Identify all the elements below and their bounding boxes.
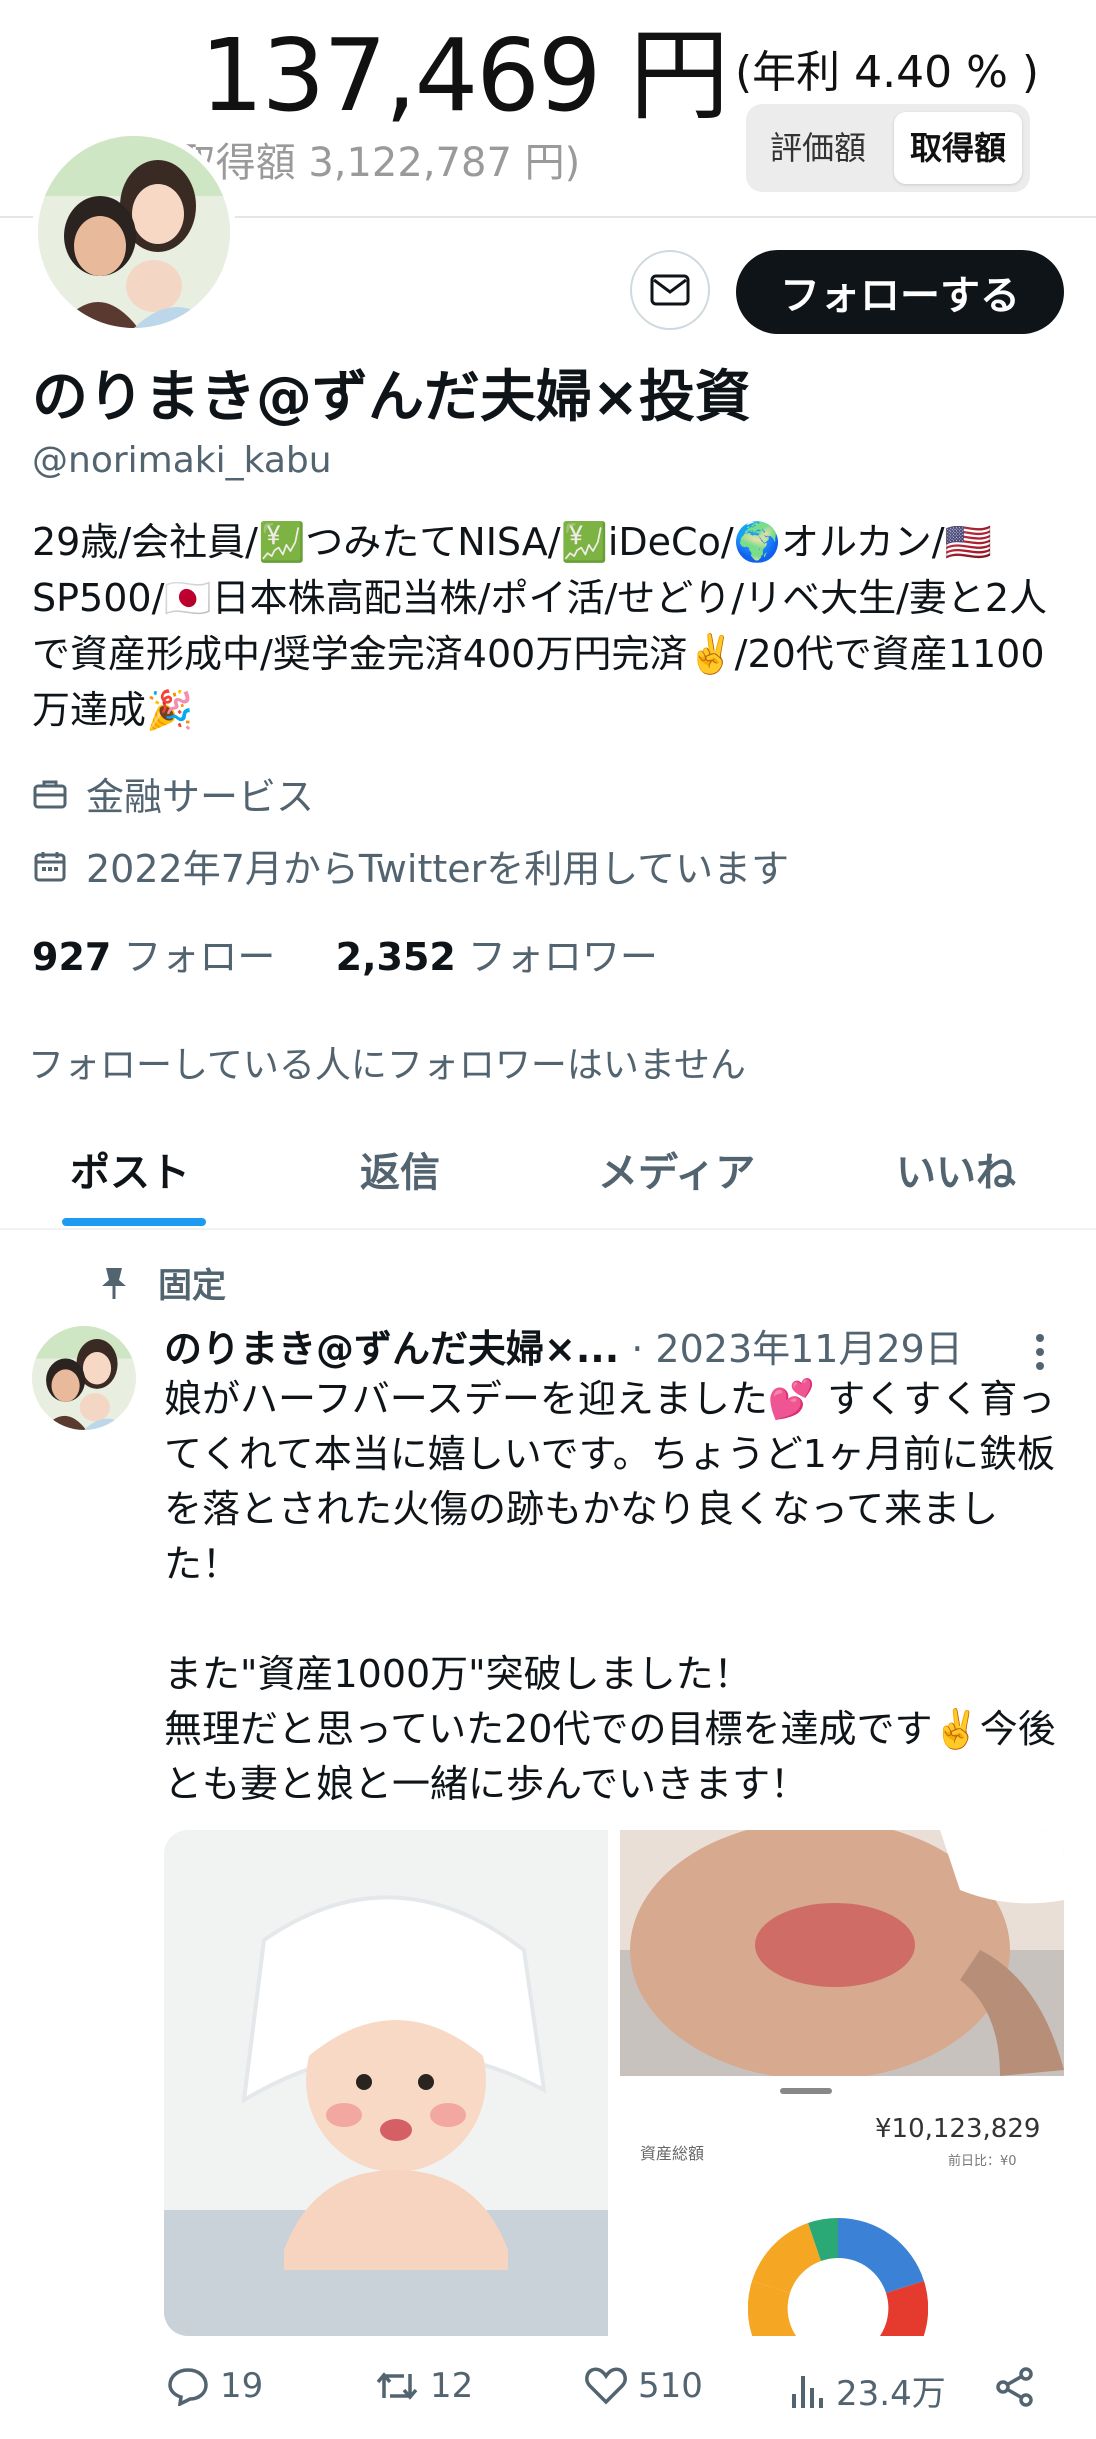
media-baby-photo[interactable] <box>164 1830 608 2336</box>
profile-avatar[interactable] <box>32 130 236 334</box>
like-count: 510 <box>638 2366 703 2406</box>
post-date[interactable]: · 2023年11月29日 <box>631 1327 963 1371</box>
tab-media[interactable]: メディア <box>598 1140 755 1198</box>
post-text: 娘がハーフバースデーを迎えました💕 すくすく育ってくれて本当に嬉しいです。ちょう… <box>164 1377 1056 1806</box>
active-tab-indicator <box>62 1218 206 1226</box>
following-link[interactable]: 927 フォロー <box>32 935 288 979</box>
media-asset-screenshot[interactable]: 資産総額 ¥10,123,829 前日比：¥0 <box>620 2088 1064 2336</box>
burn-image <box>620 1830 1064 2080</box>
post-header: のりまき@ずんだ夫婦×... · 2023年11月29日 <box>164 1318 963 1373</box>
following-count: 927 <box>32 935 112 979</box>
avatar-illustration <box>38 136 230 328</box>
pinned-label: 固定 <box>158 1266 226 1306</box>
tab-replies[interactable]: 返信 <box>360 1140 440 1198</box>
calendar-icon <box>34 851 66 881</box>
post-media-grid: 資産総額 ¥10,123,829 前日比：¥0 <box>164 1830 1064 2336</box>
media-burn-photo[interactable] <box>620 1830 1064 2080</box>
divider <box>0 1228 1096 1230</box>
profile-bio: 29歳/会社員/💹つみたてNISA/💹iDeCo/🌍オルカン/🇺🇸SP500/🇯… <box>32 520 1048 732</box>
grab-handle <box>780 2088 832 2094</box>
followers-label: フォロワー <box>467 935 658 979</box>
asset-total-label: 資産総額 <box>640 2144 705 2163</box>
category-label: 金融サービス <box>86 775 315 819</box>
avatar-illustration <box>32 1326 136 1430</box>
reply-count: 19 <box>220 2366 264 2406</box>
follow-button[interactable]: フォローする <box>736 250 1064 334</box>
mail-icon <box>650 274 690 306</box>
profile-name: のりまき@ずんだ夫婦×投資 <box>32 365 751 430</box>
views-button[interactable]: 23.4万 <box>790 2366 946 2415</box>
portfolio-rate: (年利 4.40 % ) <box>735 47 1040 98</box>
asset-total-value: ¥10,123,829 <box>875 2114 1041 2144</box>
value-toggle: 評価額 取得額 <box>746 104 1030 192</box>
tab-likes[interactable]: いいね <box>896 1140 1016 1198</box>
mutual-followers-note: フォローしている人にフォロワーはいません <box>28 1045 746 1086</box>
toggle-valuation[interactable]: 評価額 <box>754 112 882 184</box>
more-options-icon[interactable] <box>1032 1330 1048 1378</box>
following-label: フォロー <box>123 935 276 979</box>
repost-button[interactable]: 12 <box>374 2366 473 2406</box>
repost-icon <box>376 2372 418 2400</box>
asset-donut-chart <box>748 2217 928 2336</box>
heart-icon <box>585 2367 627 2405</box>
share-icon <box>996 2367 1033 2407</box>
reply-icon <box>168 2368 208 2406</box>
toggle-acquisition[interactable]: 取得額 <box>894 112 1022 184</box>
baby-image <box>164 1830 608 2336</box>
joined-label: 2022年7月からTwitterを利用しています <box>86 847 790 891</box>
tab-posts[interactable]: ポスト <box>70 1140 190 1198</box>
profile-category: 金融サービス <box>32 766 314 821</box>
post-author-name[interactable]: のりまき@ずんだ夫婦×... <box>164 1327 619 1371</box>
profile-joined: 2022年7月からTwitterを利用しています <box>32 838 789 893</box>
profile-handle: @norimaki_kabu <box>32 440 332 481</box>
view-count: 23.4万 <box>836 2374 946 2414</box>
views-chart-icon <box>792 2375 823 2408</box>
post-author-avatar[interactable] <box>32 1326 136 1430</box>
asset-daily-change: 前日比：¥0 <box>948 2154 1017 2169</box>
like-button[interactable]: 510 <box>584 2366 703 2406</box>
portfolio-amount: 137,469 円 <box>200 17 729 134</box>
followers-link[interactable]: 2,352 フォロワー <box>336 935 658 979</box>
follow-counts: 927 フォロー 2,352 フォロワー <box>32 926 658 981</box>
pinned-indicator: 固定 <box>100 1258 226 1307</box>
pin-icon <box>102 1267 126 1299</box>
message-button[interactable] <box>630 250 710 330</box>
briefcase-icon <box>33 780 67 808</box>
reply-button[interactable]: 19 <box>166 2366 263 2406</box>
followers-count: 2,352 <box>335 935 456 979</box>
share-button[interactable] <box>994 2366 1036 2408</box>
repost-count: 12 <box>430 2366 474 2406</box>
